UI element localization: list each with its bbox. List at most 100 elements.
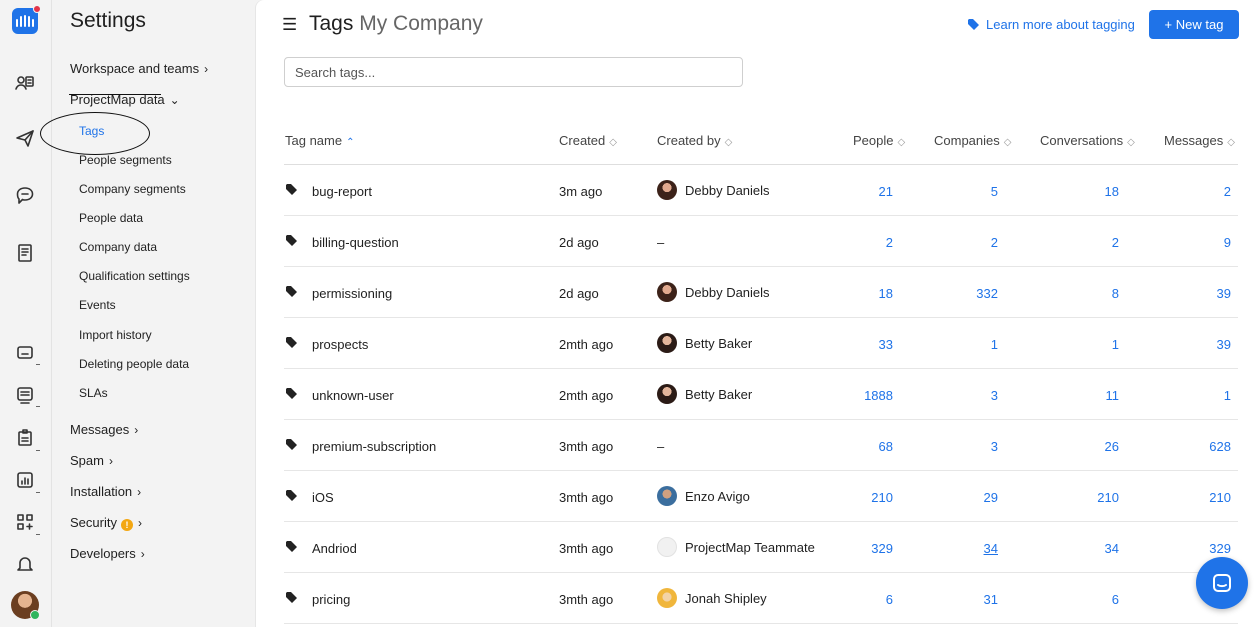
- notifications-icon[interactable]: [12, 551, 38, 577]
- articles-icon[interactable]: [12, 240, 38, 266]
- sidebar-sub-tags[interactable]: Tags: [79, 124, 104, 138]
- inbox-icon[interactable]: [12, 340, 38, 366]
- conversations-count[interactable]: 11: [1106, 388, 1120, 403]
- tag-name[interactable]: unknown-user: [312, 388, 394, 403]
- people-count[interactable]: 1888: [864, 388, 893, 403]
- messages-count[interactable]: 329: [1209, 541, 1231, 556]
- table-row[interactable]: permissioning 2d ago Debby Daniels 18 33…: [284, 267, 1238, 318]
- outbound-icon[interactable]: [12, 125, 38, 151]
- messages-count[interactable]: 210: [1209, 490, 1231, 505]
- people-count[interactable]: 6: [886, 592, 893, 607]
- table-row[interactable]: premium-subscription 3mth ago – 68 3 26 …: [284, 420, 1238, 471]
- settings-sidebar: Settings Workspace and teams › ProjectMap…: [40, 0, 255, 627]
- companies-count[interactable]: 34: [984, 541, 998, 556]
- people-count[interactable]: 18: [879, 286, 893, 301]
- tag-name[interactable]: permissioning: [312, 286, 392, 301]
- sidebar-sub-slas[interactable]: SLAs: [79, 386, 108, 400]
- companies-count[interactable]: 31: [984, 592, 998, 607]
- apps-icon[interactable]: [12, 509, 38, 535]
- companies-count[interactable]: 3: [991, 388, 998, 403]
- tag-name[interactable]: billing-question: [312, 235, 399, 250]
- menu-icon[interactable]: ☰: [282, 15, 297, 35]
- new-tag-button[interactable]: + New tag: [1149, 10, 1239, 39]
- people-count[interactable]: 33: [879, 337, 893, 352]
- tag-icon: [286, 541, 298, 553]
- search-input[interactable]: [284, 57, 743, 87]
- companies-count[interactable]: 332: [976, 286, 998, 301]
- companies-count[interactable]: 1: [991, 337, 998, 352]
- tag-name[interactable]: prospects: [312, 337, 368, 352]
- messages-count[interactable]: 9: [1224, 235, 1231, 250]
- messages-count[interactable]: 1: [1224, 388, 1231, 403]
- conversations-count[interactable]: 210: [1097, 490, 1119, 505]
- conversations-count[interactable]: 18: [1105, 184, 1119, 199]
- companies-count[interactable]: 5: [991, 184, 998, 199]
- column-header-created[interactable]: Created ◇: [559, 133, 617, 148]
- contacts-icon[interactable]: [12, 70, 38, 96]
- tag-name[interactable]: bug-report: [312, 184, 372, 199]
- table-row[interactable]: bug-report 3m ago Debby Daniels 21 5 18 …: [284, 165, 1238, 216]
- app-logo[interactable]: [12, 5, 41, 34]
- conversations-count[interactable]: 34: [1105, 541, 1119, 556]
- analytics-icon[interactable]: [12, 467, 38, 493]
- created: 2mth ago: [559, 388, 614, 403]
- conversations-count[interactable]: 26: [1105, 439, 1119, 454]
- chat-icon[interactable]: [12, 183, 38, 209]
- tag-name[interactable]: pricing: [312, 592, 350, 607]
- table-row[interactable]: billing-question 2d ago – 2 2 2 9: [284, 216, 1238, 267]
- sidebar-sub-import-history[interactable]: Import history: [79, 328, 152, 342]
- sidebar-sub-company-segments[interactable]: Company segments: [79, 182, 186, 196]
- tag-name[interactable]: premium-subscription: [312, 439, 436, 454]
- column-header-tag-name[interactable]: Tag name ⌃: [285, 133, 354, 148]
- conversations-count[interactable]: 6: [1112, 592, 1119, 607]
- conversations-count[interactable]: 8: [1112, 286, 1119, 301]
- sidebar-sub-people-data[interactable]: People data: [79, 211, 143, 225]
- companies-count[interactable]: 2: [991, 235, 998, 250]
- people-count[interactable]: 68: [879, 439, 893, 454]
- messages-count[interactable]: 628: [1209, 439, 1231, 454]
- tasks-icon[interactable]: [12, 425, 38, 451]
- tag-name[interactable]: Andriod: [312, 541, 357, 556]
- conversations-count[interactable]: 2: [1112, 235, 1119, 250]
- user-avatar[interactable]: [11, 591, 40, 620]
- sidebar-sub-events[interactable]: Events: [79, 298, 116, 312]
- column-header-people[interactable]: People ◇: [853, 133, 905, 148]
- column-header-created-by[interactable]: Created by ◇: [657, 133, 732, 148]
- sidebar-sub-people-segments[interactable]: People segments: [79, 153, 172, 167]
- reports-icon[interactable]: [12, 382, 38, 408]
- table-row[interactable]: unknown-user 2mth ago Betty Baker 1888 3…: [284, 369, 1238, 420]
- table-row[interactable]: pricing 3mth ago Jonah Shipley 6 31 6: [284, 573, 1238, 624]
- table-row[interactable]: Andriod 3mth ago ProjectMap Teammate 329…: [284, 522, 1238, 573]
- people-count[interactable]: 21: [879, 184, 893, 199]
- people-count[interactable]: 329: [871, 541, 893, 556]
- sidebar-item-security[interactable]: Security! ›: [70, 515, 142, 531]
- sidebar-item-installation[interactable]: Installation ›: [70, 484, 141, 499]
- tag-icon: [286, 337, 298, 349]
- table-row[interactable]: prospects 2mth ago Betty Baker 33 1 1 39: [284, 318, 1238, 369]
- created-by: Betty Baker: [657, 333, 752, 353]
- messages-count[interactable]: 39: [1217, 286, 1231, 301]
- table-row[interactable]: iOS 3mth ago Enzo Avigo 210 29 210 210: [284, 471, 1238, 522]
- conversations-count[interactable]: 1: [1112, 337, 1119, 352]
- tag-name[interactable]: iOS: [312, 490, 334, 505]
- sidebar-item-workspace[interactable]: Workspace and teams ›: [70, 61, 208, 76]
- column-header-companies[interactable]: Companies ◇: [934, 133, 1011, 148]
- people-count[interactable]: 210: [871, 490, 893, 505]
- messages-count[interactable]: 2: [1224, 184, 1231, 199]
- sidebar-sub-qualification-settings[interactable]: Qualification settings: [79, 269, 190, 283]
- messages-count[interactable]: 39: [1217, 337, 1231, 352]
- sidebar-item-spam[interactable]: Spam ›: [70, 453, 113, 468]
- people-count[interactable]: 2: [886, 235, 893, 250]
- column-header-conversations[interactable]: Conversations ◇: [1040, 133, 1135, 148]
- learn-more-link[interactable]: Learn more about tagging: [968, 17, 1135, 32]
- companies-count[interactable]: 3: [991, 439, 998, 454]
- main-panel: ☰ Tags My Company Learn more about taggi…: [256, 0, 1257, 627]
- messenger-launcher-button[interactable]: [1196, 557, 1248, 609]
- sidebar-sub-deleting-people-data[interactable]: Deleting people data: [79, 357, 189, 371]
- sidebar-item-developers[interactable]: Developers ›: [70, 546, 145, 561]
- companies-count[interactable]: 29: [984, 490, 998, 505]
- sidebar-sub-company-data[interactable]: Company data: [79, 240, 157, 254]
- sidebar-item-messages[interactable]: Messages ›: [70, 422, 138, 437]
- column-header-messages[interactable]: Messages ◇: [1164, 133, 1235, 148]
- created: 3mth ago: [559, 490, 614, 505]
